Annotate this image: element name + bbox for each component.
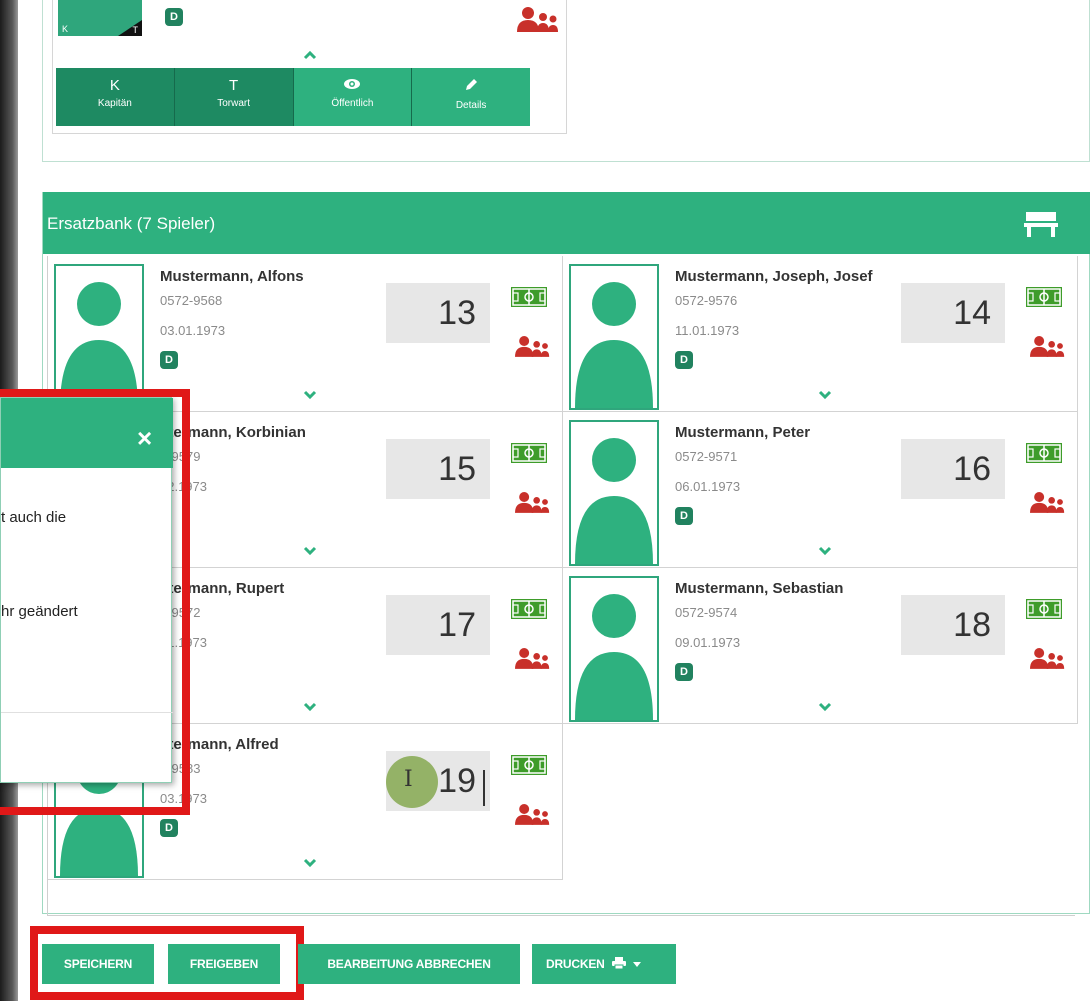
d-badge: D <box>675 507 693 525</box>
field-position-icon[interactable] <box>510 286 548 308</box>
chevron-down-icon[interactable] <box>818 546 832 556</box>
chevron-down-icon[interactable] <box>303 546 317 556</box>
player-id: 0572-9576 <box>675 293 738 308</box>
input-caret <box>483 770 485 806</box>
bench-panel: Ersatzbank (7 Spieler) Mustermann, Alfon… <box>42 192 1090 916</box>
group-icon[interactable] <box>1025 334 1065 358</box>
player-name: Mustermann, Alfons <box>160 268 304 285</box>
eye-icon <box>344 79 361 89</box>
group-icon[interactable] <box>1025 490 1065 514</box>
printer-icon <box>611 957 626 970</box>
avatar-silhouette-icon <box>60 282 138 408</box>
jersey-number-input[interactable]: 13 <box>386 283 490 343</box>
highlight-frame <box>0 389 190 815</box>
field-position-icon[interactable] <box>510 598 548 620</box>
captain-button[interactable]: K Kapitän <box>56 68 175 126</box>
player-card-top: K T D K Kapitän T Torwart Öffentlich Det… <box>52 0 567 134</box>
details-button[interactable]: Details <box>412 68 530 126</box>
player-photo <box>569 264 659 410</box>
role-button-bar: K Kapitän T Torwart Öffentlich Details <box>56 68 530 126</box>
player-grid: Mustermann, Alfons 0572-9568 03.01.1973 D 13… <box>47 256 1078 916</box>
save-button[interactable]: SPEICHERN <box>42 944 154 984</box>
d-badge: D <box>675 351 693 369</box>
jersey-number-input[interactable]: 16 <box>901 439 1005 499</box>
player-photo <box>569 576 659 722</box>
bench-title: Ersatzbank (7 Spieler) <box>47 214 216 233</box>
player-card: Mustermann, Peter 0572-9571 06.01.1973 D 16 <box>563 412 1078 568</box>
screen: K T D K Kapitän T Torwart Öffentlich Det… <box>0 0 1090 1001</box>
jersey-number-input[interactable]: 14 <box>901 283 1005 343</box>
chevron-down-icon[interactable] <box>818 390 832 400</box>
field-position-icon[interactable] <box>1025 598 1063 620</box>
player-birthdate: 06.01.1973 <box>675 479 741 494</box>
player-birthdate: 03.01.1973 <box>160 323 226 338</box>
print-dropdown-button[interactable]: DRUCKEN <box>532 944 676 984</box>
player-id: 0572-9571 <box>675 449 738 464</box>
pencil-icon <box>466 79 478 90</box>
group-icon[interactable] <box>510 646 550 670</box>
text-cursor-icon: I <box>404 767 413 792</box>
chevron-down-icon[interactable] <box>303 702 317 712</box>
d-badge: D <box>165 8 183 26</box>
avatar-silhouette-icon <box>575 594 653 720</box>
player-id: 0572-9568 <box>160 293 223 308</box>
group-icon[interactable] <box>510 334 550 358</box>
d-badge: D <box>675 663 693 681</box>
group-icon[interactable] <box>510 490 550 514</box>
caret-down-icon <box>632 962 641 967</box>
d-badge: D <box>160 351 178 369</box>
chevron-up-icon[interactable] <box>303 50 317 60</box>
goalkeeper-button[interactable]: T Torwart <box>174 68 294 126</box>
cancel-editing-button[interactable]: BEARBEITUNG ABBRECHEN <box>298 944 520 984</box>
player-name: Mustermann, Peter <box>675 424 811 441</box>
d-badge: D <box>160 819 178 837</box>
avatar-silhouette-icon <box>575 282 653 408</box>
chevron-down-icon[interactable] <box>303 390 317 400</box>
goalkeeper-marker: T <box>118 20 142 36</box>
jersey-number-input[interactable]: 18 <box>901 595 1005 655</box>
group-icon[interactable] <box>510 802 550 826</box>
player-birthdate: 09.01.1973 <box>675 635 741 650</box>
jersey-number-input[interactable]: 17 <box>386 595 490 655</box>
player-name: Mustermann, Joseph, Josef <box>675 268 873 285</box>
chevron-down-icon[interactable] <box>303 858 317 868</box>
player-card: Mustermann, Sebastian 0572-9574 09.01.1973… <box>563 568 1078 724</box>
field-position-icon[interactable] <box>510 442 548 464</box>
field-position-icon[interactable] <box>510 754 548 776</box>
bench-header: Ersatzbank (7 Spieler) <box>43 192 1090 254</box>
release-button[interactable]: FREIGEBEN <box>168 944 280 984</box>
player-birthdate: 11.01.1973 <box>675 323 740 338</box>
player-photo <box>569 420 659 566</box>
chevron-down-icon[interactable] <box>818 702 832 712</box>
field-position-icon[interactable] <box>1025 286 1063 308</box>
captain-marker: K <box>62 24 69 34</box>
avatar-silhouette-icon <box>575 438 653 564</box>
player-card: Mustermann, Joseph, Josef 0572-9576 11.01.… <box>563 256 1078 412</box>
player-name: Mustermann, Sebastian <box>675 580 844 597</box>
group-icon[interactable] <box>511 6 559 32</box>
player-id: 0572-9574 <box>675 605 738 620</box>
jersey-number-input[interactable]: 15 <box>386 439 490 499</box>
field-position-icon[interactable] <box>1025 442 1063 464</box>
bench-icon <box>1024 212 1058 237</box>
group-icon[interactable] <box>1025 646 1065 670</box>
player-photo: K T <box>58 0 142 36</box>
public-button[interactable]: Öffentlich <box>293 68 413 126</box>
